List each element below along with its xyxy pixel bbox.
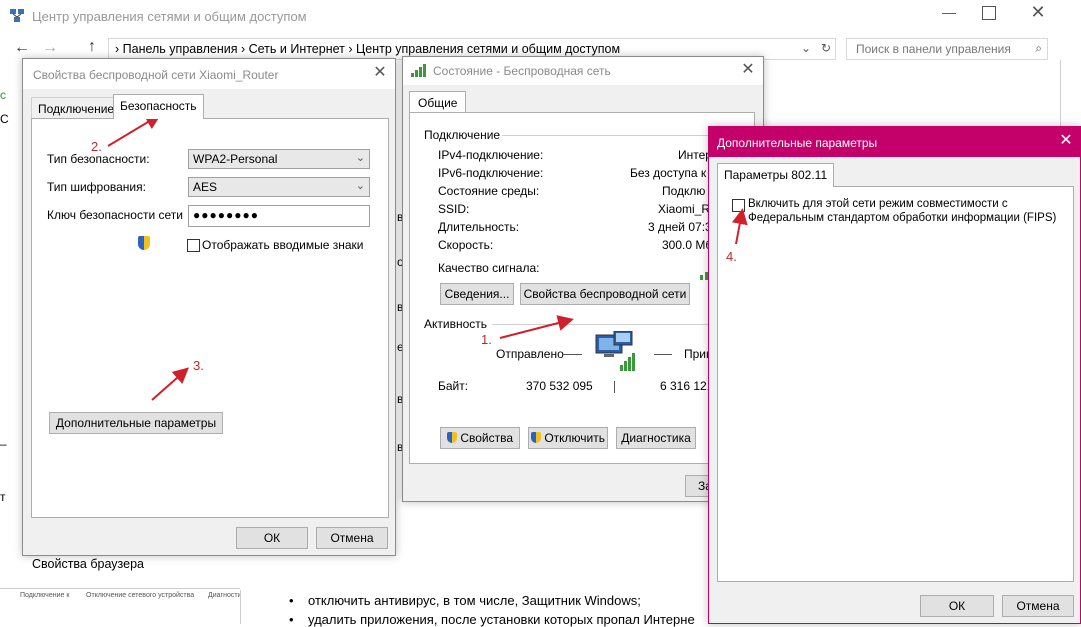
annotation-number: 2. xyxy=(91,139,102,154)
tab-security[interactable]: Безопасность xyxy=(113,94,204,119)
arrow-2 xyxy=(107,113,162,147)
annotation-number: 3. xyxy=(193,358,204,373)
annotation-number: 1. xyxy=(481,332,492,347)
arrow-1 xyxy=(499,315,574,339)
annotation-number: 4. xyxy=(726,249,737,264)
arrow-3 xyxy=(151,367,189,401)
arrow-4 xyxy=(731,208,748,245)
tab-80211-parameters[interactable]: Параметры 802.11 xyxy=(717,163,835,187)
